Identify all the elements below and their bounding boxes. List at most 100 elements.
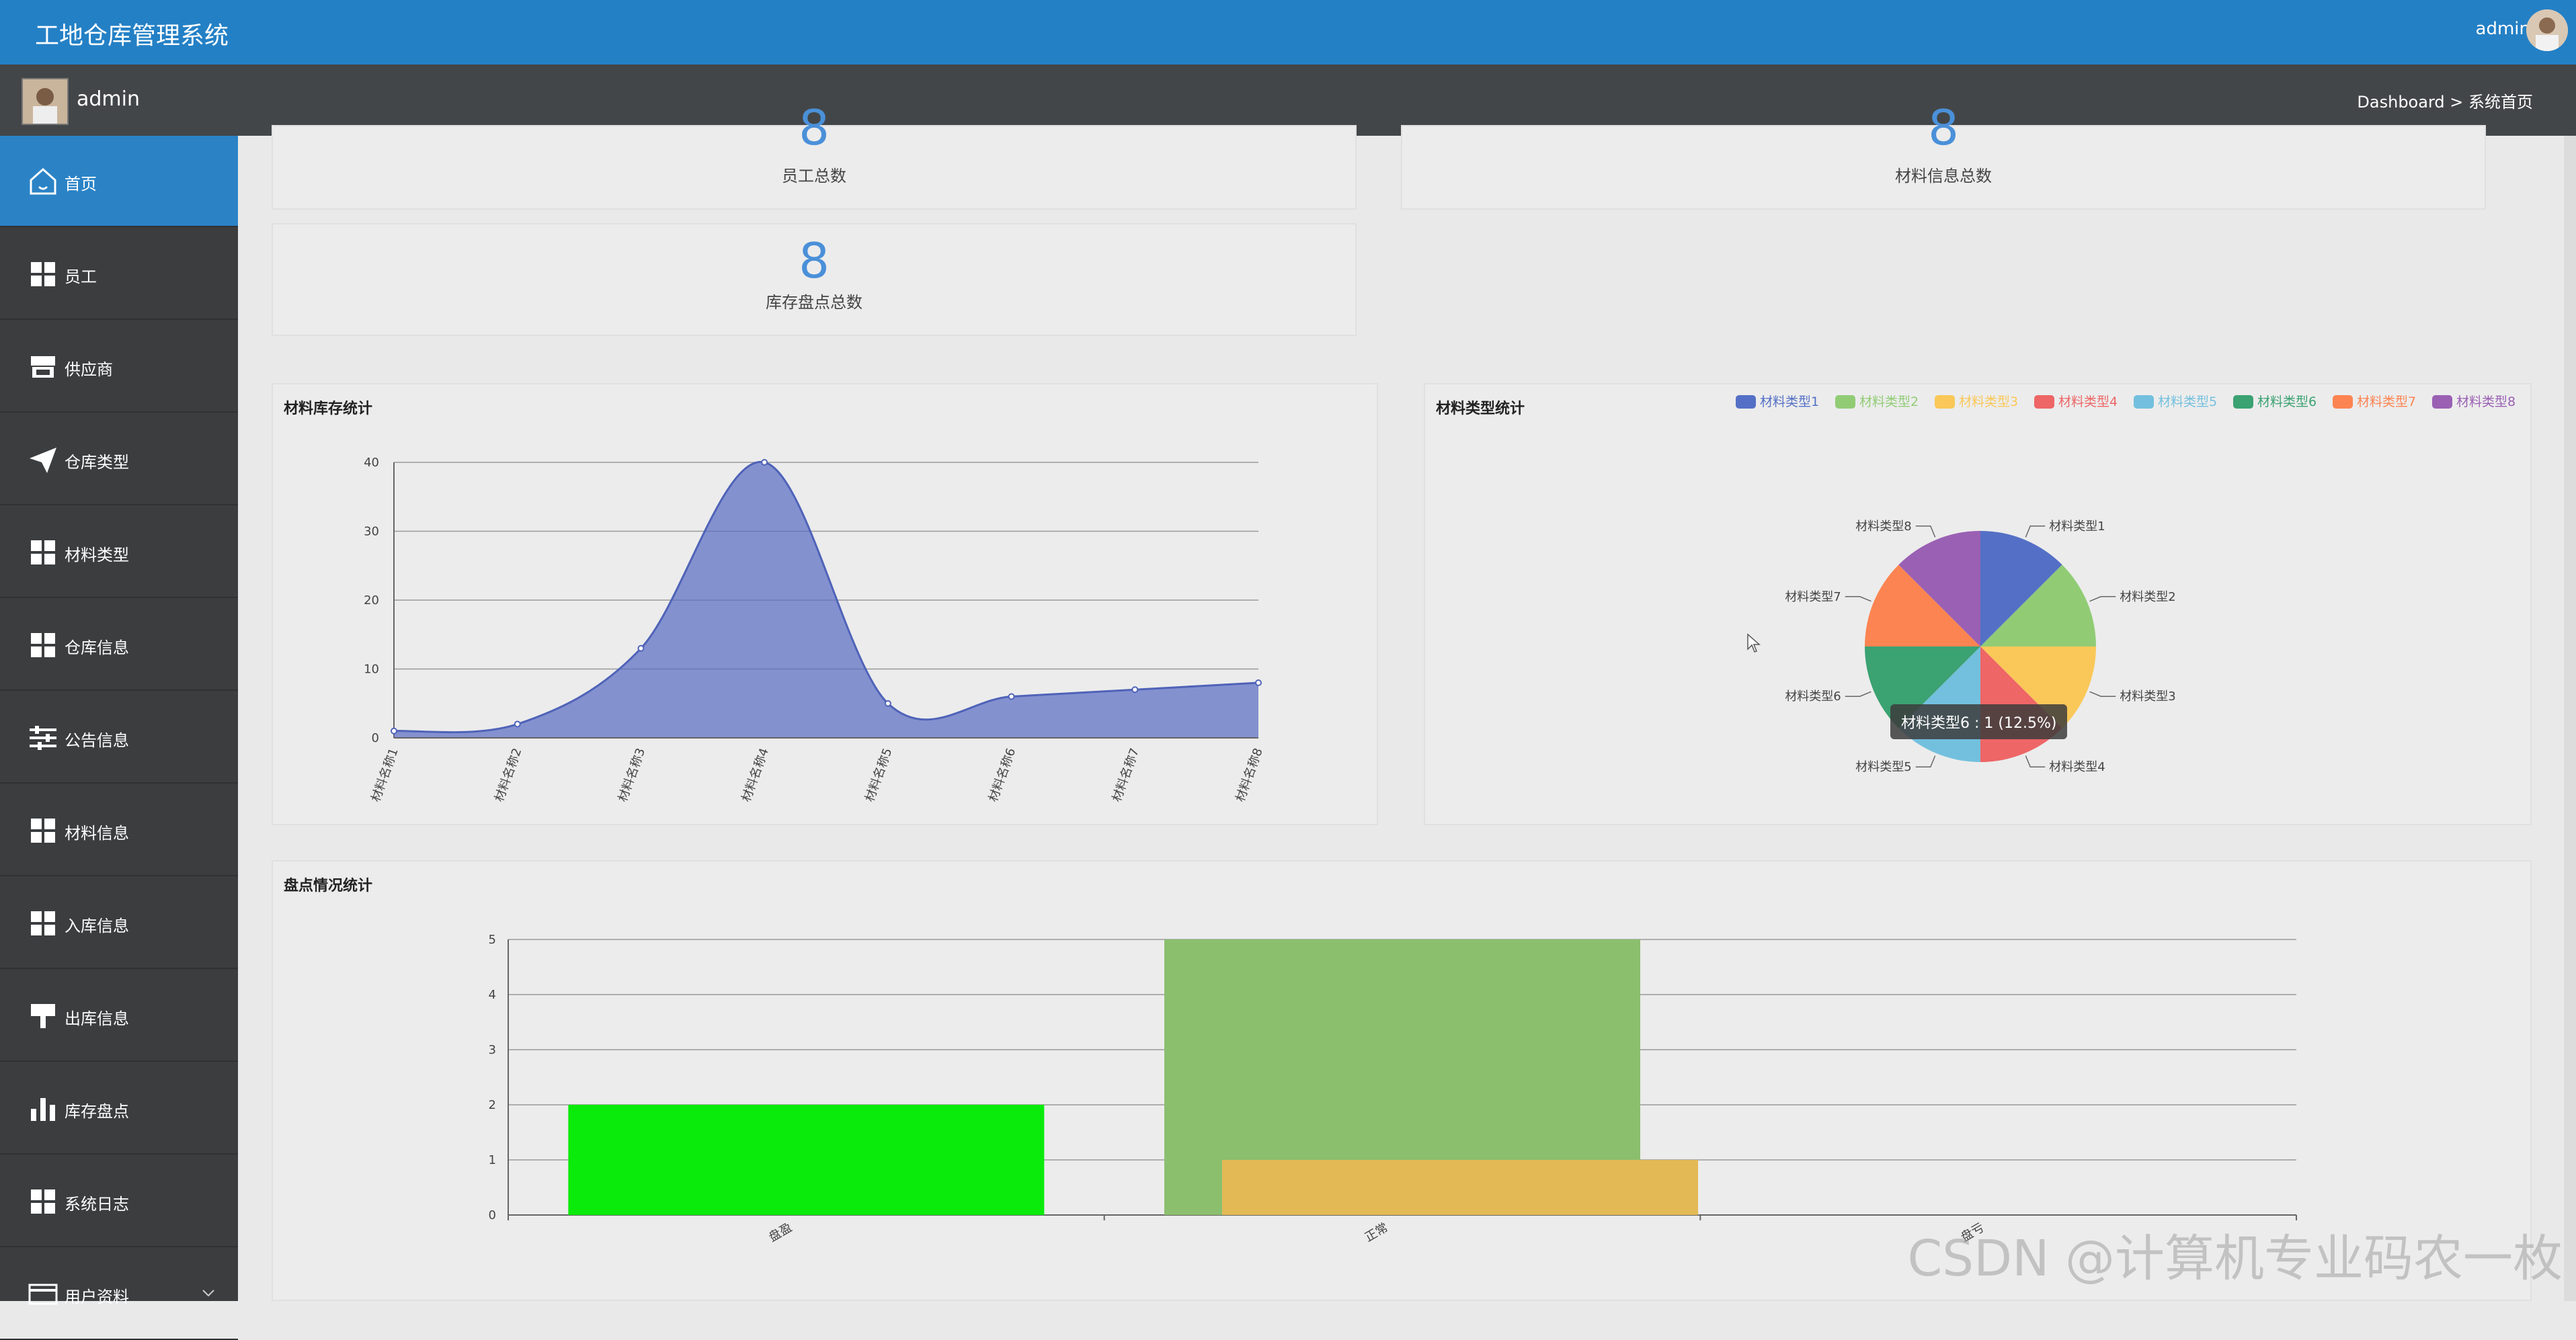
sidebar-item-material-type[interactable]: 材料类型: [0, 507, 238, 598]
pie-label: 材料类型1: [2049, 519, 2105, 534]
app-title: 工地仓库管理系统: [35, 16, 229, 51]
y-tick-label: 4: [489, 988, 496, 1002]
data-point[interactable]: [515, 722, 520, 727]
header-username[interactable]: admin: [2476, 19, 2530, 39]
sidebar-item-label: 供应商: [65, 356, 113, 380]
x-tick-label: 材料名称2: [492, 747, 524, 804]
pie-label: 材料类型7: [1785, 590, 1841, 604]
x-tick-label: 材料名称4: [739, 747, 772, 804]
legend-swatch[interactable]: [2233, 395, 2253, 409]
x-tick-label: 材料名称8: [1233, 747, 1265, 804]
sidebar-item-label: 库存盘点: [65, 1098, 129, 1122]
mouse-cursor-icon: [1746, 633, 1761, 653]
legend-swatch[interactable]: [1835, 395, 1855, 409]
x-tick-label: 材料名称3: [616, 747, 648, 804]
y-tick-label: 0: [372, 731, 379, 745]
sidebar-item-label: 材料信息: [65, 820, 129, 843]
area-chart: 010203040材料名称1材料名称2材料名称3材料名称4材料名称5材料名称6材…: [273, 384, 1379, 827]
sidebar-item-label: 用户资料: [65, 1284, 129, 1307]
y-tick-label: 1: [489, 1153, 496, 1167]
legend-swatch[interactable]: [2432, 395, 2452, 409]
pie-label: 材料类型3: [2120, 689, 2175, 704]
watermark: CSDN @计算机专业码农一枚: [1907, 1218, 2563, 1290]
sliders-icon: [27, 722, 59, 754]
pie-label-line: [1845, 692, 1871, 696]
legend-label[interactable]: 材料类型6: [2257, 394, 2317, 409]
sidebar-username: admin: [77, 87, 140, 111]
sidebar-item-employee[interactable]: 员工: [0, 228, 238, 320]
sidebar-item-system-log[interactable]: 系统日志: [0, 1156, 238, 1247]
pie-label-line: [2025, 526, 2045, 538]
sidebar-item-label: 公告信息: [65, 727, 129, 751]
legend-swatch[interactable]: [2333, 395, 2353, 409]
sidebar-item-label: 系统日志: [65, 1191, 129, 1214]
data-point[interactable]: [762, 460, 767, 465]
y-tick-label: 5: [489, 933, 496, 947]
brush-icon: [27, 1000, 59, 1032]
pie-label: 材料类型2: [2120, 590, 2175, 604]
data-point[interactable]: [1132, 687, 1137, 692]
stat-card-employees: 8 员工总数: [272, 125, 1357, 210]
bar[interactable]: [568, 1105, 1044, 1215]
sidebar-item-user-profile[interactable]: 用户资料: [0, 1249, 238, 1340]
x-tick-label: 盘盈: [766, 1220, 795, 1245]
legend-label[interactable]: 材料类型8: [2456, 394, 2515, 409]
stat-label: 材料信息总数: [1402, 163, 2485, 186]
sidebar-item-supplier[interactable]: 供应商: [0, 321, 238, 413]
grid-icon: [27, 629, 59, 661]
data-point[interactable]: [638, 646, 643, 651]
legend-label[interactable]: 材料类型4: [2058, 394, 2118, 409]
scrollbar[interactable]: [2564, 136, 2576, 1301]
y-tick-label: 20: [364, 593, 379, 608]
stat-label: 库存盘点总数: [273, 289, 1355, 312]
data-point[interactable]: [1256, 680, 1261, 685]
sidebar-item-notice[interactable]: 公告信息: [0, 692, 238, 784]
stat-label: 员工总数: [273, 163, 1355, 186]
sidebar-item-outbound[interactable]: 出库信息: [0, 970, 238, 1062]
pie-label: 材料类型8: [1855, 519, 1911, 534]
pie-label-line: [2025, 756, 2045, 767]
legend-label[interactable]: 材料类型7: [2357, 394, 2416, 409]
bar[interactable]: [1222, 1160, 1698, 1215]
grid-icon: [27, 814, 59, 847]
stat-value: 8: [1402, 99, 2485, 156]
x-tick-label: 材料名称1: [368, 747, 401, 804]
pie-label-line: [2090, 597, 2116, 601]
legend-label[interactable]: 材料类型5: [2158, 394, 2217, 409]
sidebar-item-home[interactable]: 首页: [0, 136, 238, 227]
legend-label[interactable]: 材料类型2: [1859, 394, 1919, 409]
legend-swatch[interactable]: [2034, 395, 2054, 409]
stat-value: 8: [273, 233, 1355, 289]
sidebar-item-label: 入库信息: [65, 913, 129, 936]
x-tick-label: 材料名称5: [862, 747, 895, 804]
store-icon: [27, 351, 59, 383]
data-point[interactable]: [1009, 694, 1014, 700]
legend-label[interactable]: 材料类型1: [1760, 394, 1819, 409]
sidebar-item-stocktake[interactable]: 库存盘点: [0, 1063, 238, 1155]
data-point[interactable]: [391, 728, 397, 734]
legend-swatch[interactable]: [1736, 395, 1756, 409]
legend-swatch[interactable]: [1935, 395, 1955, 409]
sidebar-item-label: 出库信息: [65, 1005, 129, 1029]
sidebar-item-label: 员工: [65, 263, 97, 287]
pie-tooltip: 材料类型6 : 1 (12.5%): [1890, 704, 2067, 739]
sidebar-item-material-info[interactable]: 材料信息: [0, 785, 238, 876]
pie-label-line: [2090, 692, 2116, 696]
y-tick-label: 2: [489, 1098, 496, 1112]
header-avatar[interactable]: [2526, 9, 2568, 51]
pie-label: 材料类型6: [1785, 689, 1841, 704]
material-type-chart-card: 材料类型统计 材料类型1材料类型2材料类型3材料类型4材料类型5材料类型6材料类…: [1424, 383, 2532, 825]
sidebar-item-label: 首页: [65, 171, 97, 194]
y-tick-label: 30: [364, 525, 379, 539]
sidebar-item-inbound[interactable]: 入库信息: [0, 878, 238, 969]
legend-label[interactable]: 材料类型3: [1959, 394, 2018, 409]
stat-card-inventory: 8 库存盘点总数: [272, 223, 1357, 336]
user-avatar[interactable]: [22, 78, 69, 125]
grid-icon: [27, 1185, 59, 1218]
data-point[interactable]: [885, 701, 891, 706]
chevron-down-icon[interactable]: [202, 1289, 215, 1298]
sidebar-item-warehouse-info[interactable]: 仓库信息: [0, 599, 238, 691]
sidebar-item-warehouse-type[interactable]: 仓库类型: [0, 414, 238, 505]
legend-swatch[interactable]: [2134, 395, 2154, 409]
grid-icon: [27, 536, 59, 569]
